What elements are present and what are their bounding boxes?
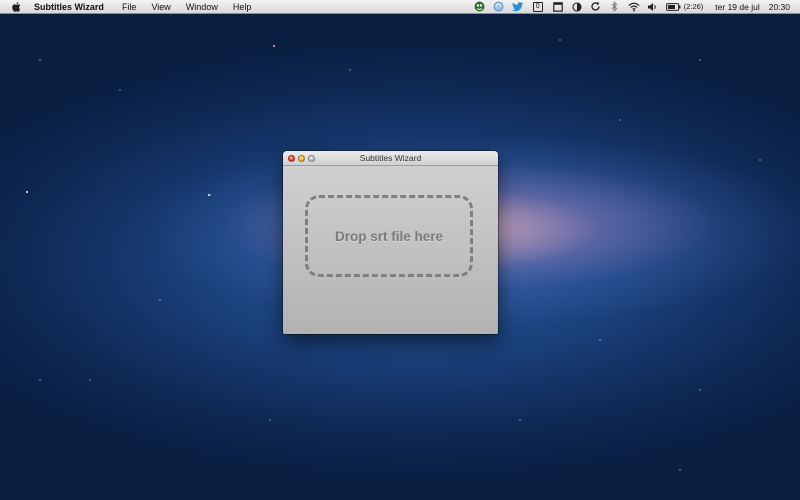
growl-icon[interactable] — [474, 1, 486, 13]
twitter-icon[interactable] — [511, 1, 524, 13]
counter-badge-icon[interactable]: 0 — [531, 1, 545, 13]
drop-zone-label: Drop srt file here — [334, 228, 444, 244]
battery-icon[interactable] — [666, 1, 682, 13]
app-window: Subtitles Wizard Drop srt file here — [283, 151, 498, 334]
refresh-icon[interactable] — [590, 1, 602, 13]
menu-window[interactable]: Window — [186, 2, 218, 12]
drop-zone[interactable]: Drop srt file here — [305, 195, 473, 277]
time-label[interactable]: 20:30 — [769, 2, 790, 12]
window-content: Drop srt file here — [283, 166, 498, 334]
date-label[interactable]: ter 19 de jul — [715, 2, 759, 12]
sync-icon[interactable] — [493, 1, 505, 13]
desktop-wallpaper: Subtitles Wizard File View Window Help 0 — [0, 0, 800, 500]
menu-help[interactable]: Help — [233, 2, 252, 12]
menu-app-name[interactable]: Subtitles Wizard — [34, 2, 104, 12]
window-icon[interactable] — [552, 1, 564, 13]
volume-icon[interactable] — [647, 1, 659, 13]
bluetooth-icon[interactable] — [609, 1, 621, 13]
wifi-icon[interactable] — [628, 1, 640, 13]
menu-file[interactable]: File — [122, 2, 137, 12]
menu-view[interactable]: View — [151, 2, 170, 12]
half-circle-icon[interactable] — [571, 1, 583, 13]
minimize-button[interactable] — [298, 154, 305, 162]
window-titlebar[interactable]: Subtitles Wizard — [283, 151, 498, 166]
close-button[interactable] — [288, 154, 295, 162]
menu-bar: Subtitles Wizard File View Window Help 0 — [0, 0, 800, 14]
apple-icon[interactable] — [10, 1, 22, 13]
window-title: Subtitles Wizard — [359, 153, 422, 163]
zoom-button[interactable] — [308, 154, 315, 162]
counter-badge-value: 0 — [532, 1, 543, 12]
status-area: 0 (2:26) ter 19 de jul 20:30 — [467, 0, 800, 14]
battery-time[interactable]: (2:26) — [684, 2, 704, 11]
